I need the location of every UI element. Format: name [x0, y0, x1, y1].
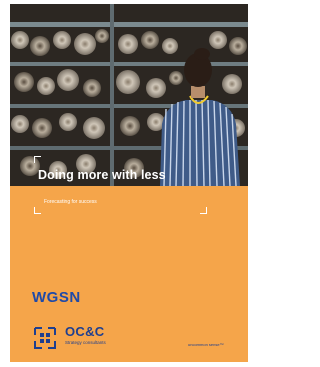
occ-tagline: Strategy consultants [65, 340, 106, 345]
cover-photo [10, 4, 248, 186]
footer-tagline: uncommon sense™ [188, 342, 224, 347]
frame-corner-bottom-left [34, 207, 41, 214]
occ-name: OC&C [65, 324, 105, 339]
report-cover: Doing more with less Forecasting for suc… [10, 4, 248, 362]
frame-corner-top-left [34, 156, 41, 163]
fabric-rolls-photo [10, 4, 248, 186]
report-title: Doing more with less [38, 168, 166, 182]
occ-logo-icon [34, 327, 56, 349]
report-subtitle: Forecasting for success [44, 199, 97, 205]
frame-corner-bottom-right [200, 207, 207, 214]
wgsn-logo: WGSN [32, 289, 81, 306]
